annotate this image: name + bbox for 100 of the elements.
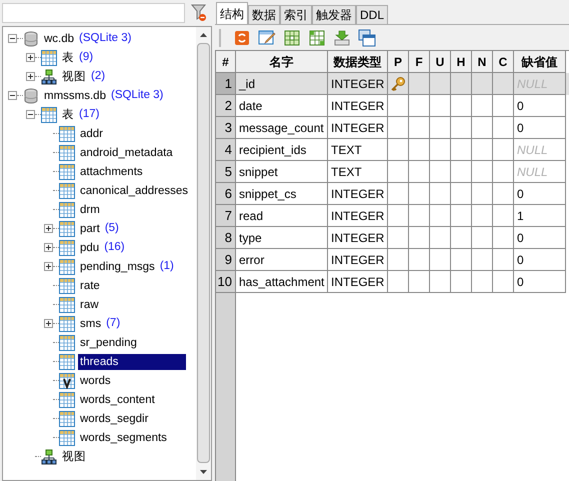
table-icon <box>59 182 75 198</box>
table-icon <box>59 278 75 294</box>
tree-item[interactable]: threads <box>78 354 186 370</box>
row-number: 10 <box>216 271 236 293</box>
tree-item[interactable]: rate <box>78 278 102 294</box>
table-row[interactable]: 6 snippet_cs INTEGER 0 <box>216 183 569 205</box>
collapse-toggle[interactable] <box>8 34 17 43</box>
table-row[interactable]: 4 recipient_ids TEXT NULL <box>216 139 569 161</box>
table-icon <box>59 220 75 236</box>
table-cell: INTEGER <box>328 271 388 293</box>
tree-item[interactable]: drm <box>78 202 102 218</box>
filter-icon[interactable] <box>191 4 207 22</box>
scroll-down-icon[interactable] <box>200 470 207 474</box>
tree-item[interactable]: 视图 <box>60 68 88 84</box>
grid-icon[interactable] <box>308 28 326 46</box>
table-icon <box>59 430 75 446</box>
row-number: 9 <box>216 249 236 271</box>
table-icon <box>59 202 75 218</box>
row-number: 7 <box>216 205 236 227</box>
column-header[interactable]: P <box>388 51 409 73</box>
scroll-up-icon[interactable] <box>200 33 207 37</box>
virtual-table-icon <box>59 372 75 388</box>
grid-icon[interactable] <box>283 28 301 46</box>
tree-item[interactable]: addr <box>78 126 106 142</box>
table-icon <box>59 354 75 370</box>
table-row[interactable]: 8 type INTEGER 0 <box>216 227 569 249</box>
tab[interactable]: 数据 <box>248 5 280 24</box>
tree-item[interactable]: part <box>78 220 102 236</box>
row-number: 8 <box>216 227 236 249</box>
expand-toggle[interactable] <box>44 262 53 271</box>
tree-item[interactable]: pdu <box>78 240 102 256</box>
table-icon <box>59 240 75 256</box>
item-count: (9) <box>79 50 94 65</box>
tab[interactable]: DDL <box>356 5 388 24</box>
table-row[interactable]: 2 date INTEGER 0 <box>216 95 569 117</box>
table-cell: has_attachment <box>236 271 328 293</box>
table-row[interactable]: 10 has_attachment INTEGER 0 <box>216 271 569 293</box>
column-header[interactable]: 数据类型 <box>328 51 388 73</box>
collapse-toggle[interactable] <box>26 110 35 119</box>
tree-item[interactable]: attachments <box>78 164 145 180</box>
tree-item[interactable]: 视图 <box>60 448 88 464</box>
database-icon <box>23 88 39 104</box>
tray-icon[interactable] <box>333 28 351 46</box>
tree-item[interactable]: words_content <box>78 392 157 408</box>
table-row[interactable]: 7 read INTEGER 1 <box>216 205 569 227</box>
table-icon <box>59 144 75 160</box>
tree-item[interactable]: words_segdir <box>78 410 150 426</box>
tree-item[interactable]: canonical_addresses <box>78 182 190 198</box>
expand-toggle[interactable] <box>44 243 53 252</box>
item-count: (7) <box>106 316 120 331</box>
item-count: (SQLite 3) <box>79 30 132 46</box>
table-cell: 0 <box>514 271 566 293</box>
column-header[interactable]: U <box>430 51 451 73</box>
windows-icon[interactable] <box>358 28 376 46</box>
expand-toggle[interactable] <box>44 319 53 328</box>
tab[interactable]: 结构 <box>216 2 248 24</box>
tab[interactable]: 触发器 <box>312 5 356 24</box>
row-number: 2 <box>216 95 236 117</box>
table-icon <box>59 334 75 350</box>
expand-toggle[interactable] <box>26 53 35 62</box>
tree-item[interactable]: pending_msgs <box>78 258 157 274</box>
column-header[interactable]: C <box>493 51 514 73</box>
tree-item[interactable]: raw <box>78 296 101 312</box>
tree-item[interactable]: wc.db <box>42 30 76 46</box>
collapse-toggle[interactable] <box>8 91 17 100</box>
tree-item[interactable]: 表 <box>60 106 76 122</box>
column-header[interactable]: N <box>472 51 493 73</box>
row-number: 4 <box>216 139 236 161</box>
item-count: (17) <box>79 106 100 122</box>
tree-item[interactable]: sr_pending <box>78 334 139 350</box>
refresh-icon[interactable] <box>233 28 251 46</box>
tree-item[interactable]: sms <box>78 316 104 332</box>
tree-item[interactable]: words_segments <box>78 430 169 446</box>
column-header[interactable]: H <box>451 51 472 73</box>
tree-item[interactable]: mmssms.db <box>42 88 108 104</box>
tree-item[interactable]: words <box>78 372 113 388</box>
item-count: (5) <box>104 220 119 236</box>
table-icon <box>59 126 75 142</box>
hierarchy-icon <box>41 448 57 464</box>
tree-item[interactable]: 表 <box>60 50 76 66</box>
expand-toggle[interactable] <box>44 224 53 233</box>
item-count: (1) <box>160 258 174 274</box>
column-header[interactable]: # <box>216 51 236 73</box>
edit-table-icon[interactable] <box>258 28 276 46</box>
search-field[interactable] <box>2 3 185 23</box>
table-row[interactable]: 3 message_count INTEGER 0 <box>216 117 569 139</box>
column-header[interactable]: 名字 <box>236 51 328 73</box>
tree-item[interactable]: android_metadata <box>78 144 175 160</box>
column-header[interactable]: 缺省值 <box>514 51 566 73</box>
expand-toggle[interactable] <box>26 72 35 81</box>
table-icon <box>59 316 75 332</box>
tab[interactable]: 索引 <box>280 5 312 24</box>
column-header[interactable]: F <box>409 51 430 73</box>
hierarchy-icon <box>41 68 57 84</box>
table-row[interactable]: 5 snippet TEXT NULL <box>216 161 569 183</box>
table-icon <box>59 164 75 180</box>
row-number: 5 <box>216 161 236 183</box>
table-row[interactable]: 9 error INTEGER 0 <box>216 249 569 271</box>
scrollbar[interactable] <box>196 27 211 480</box>
table-icon <box>59 296 75 312</box>
